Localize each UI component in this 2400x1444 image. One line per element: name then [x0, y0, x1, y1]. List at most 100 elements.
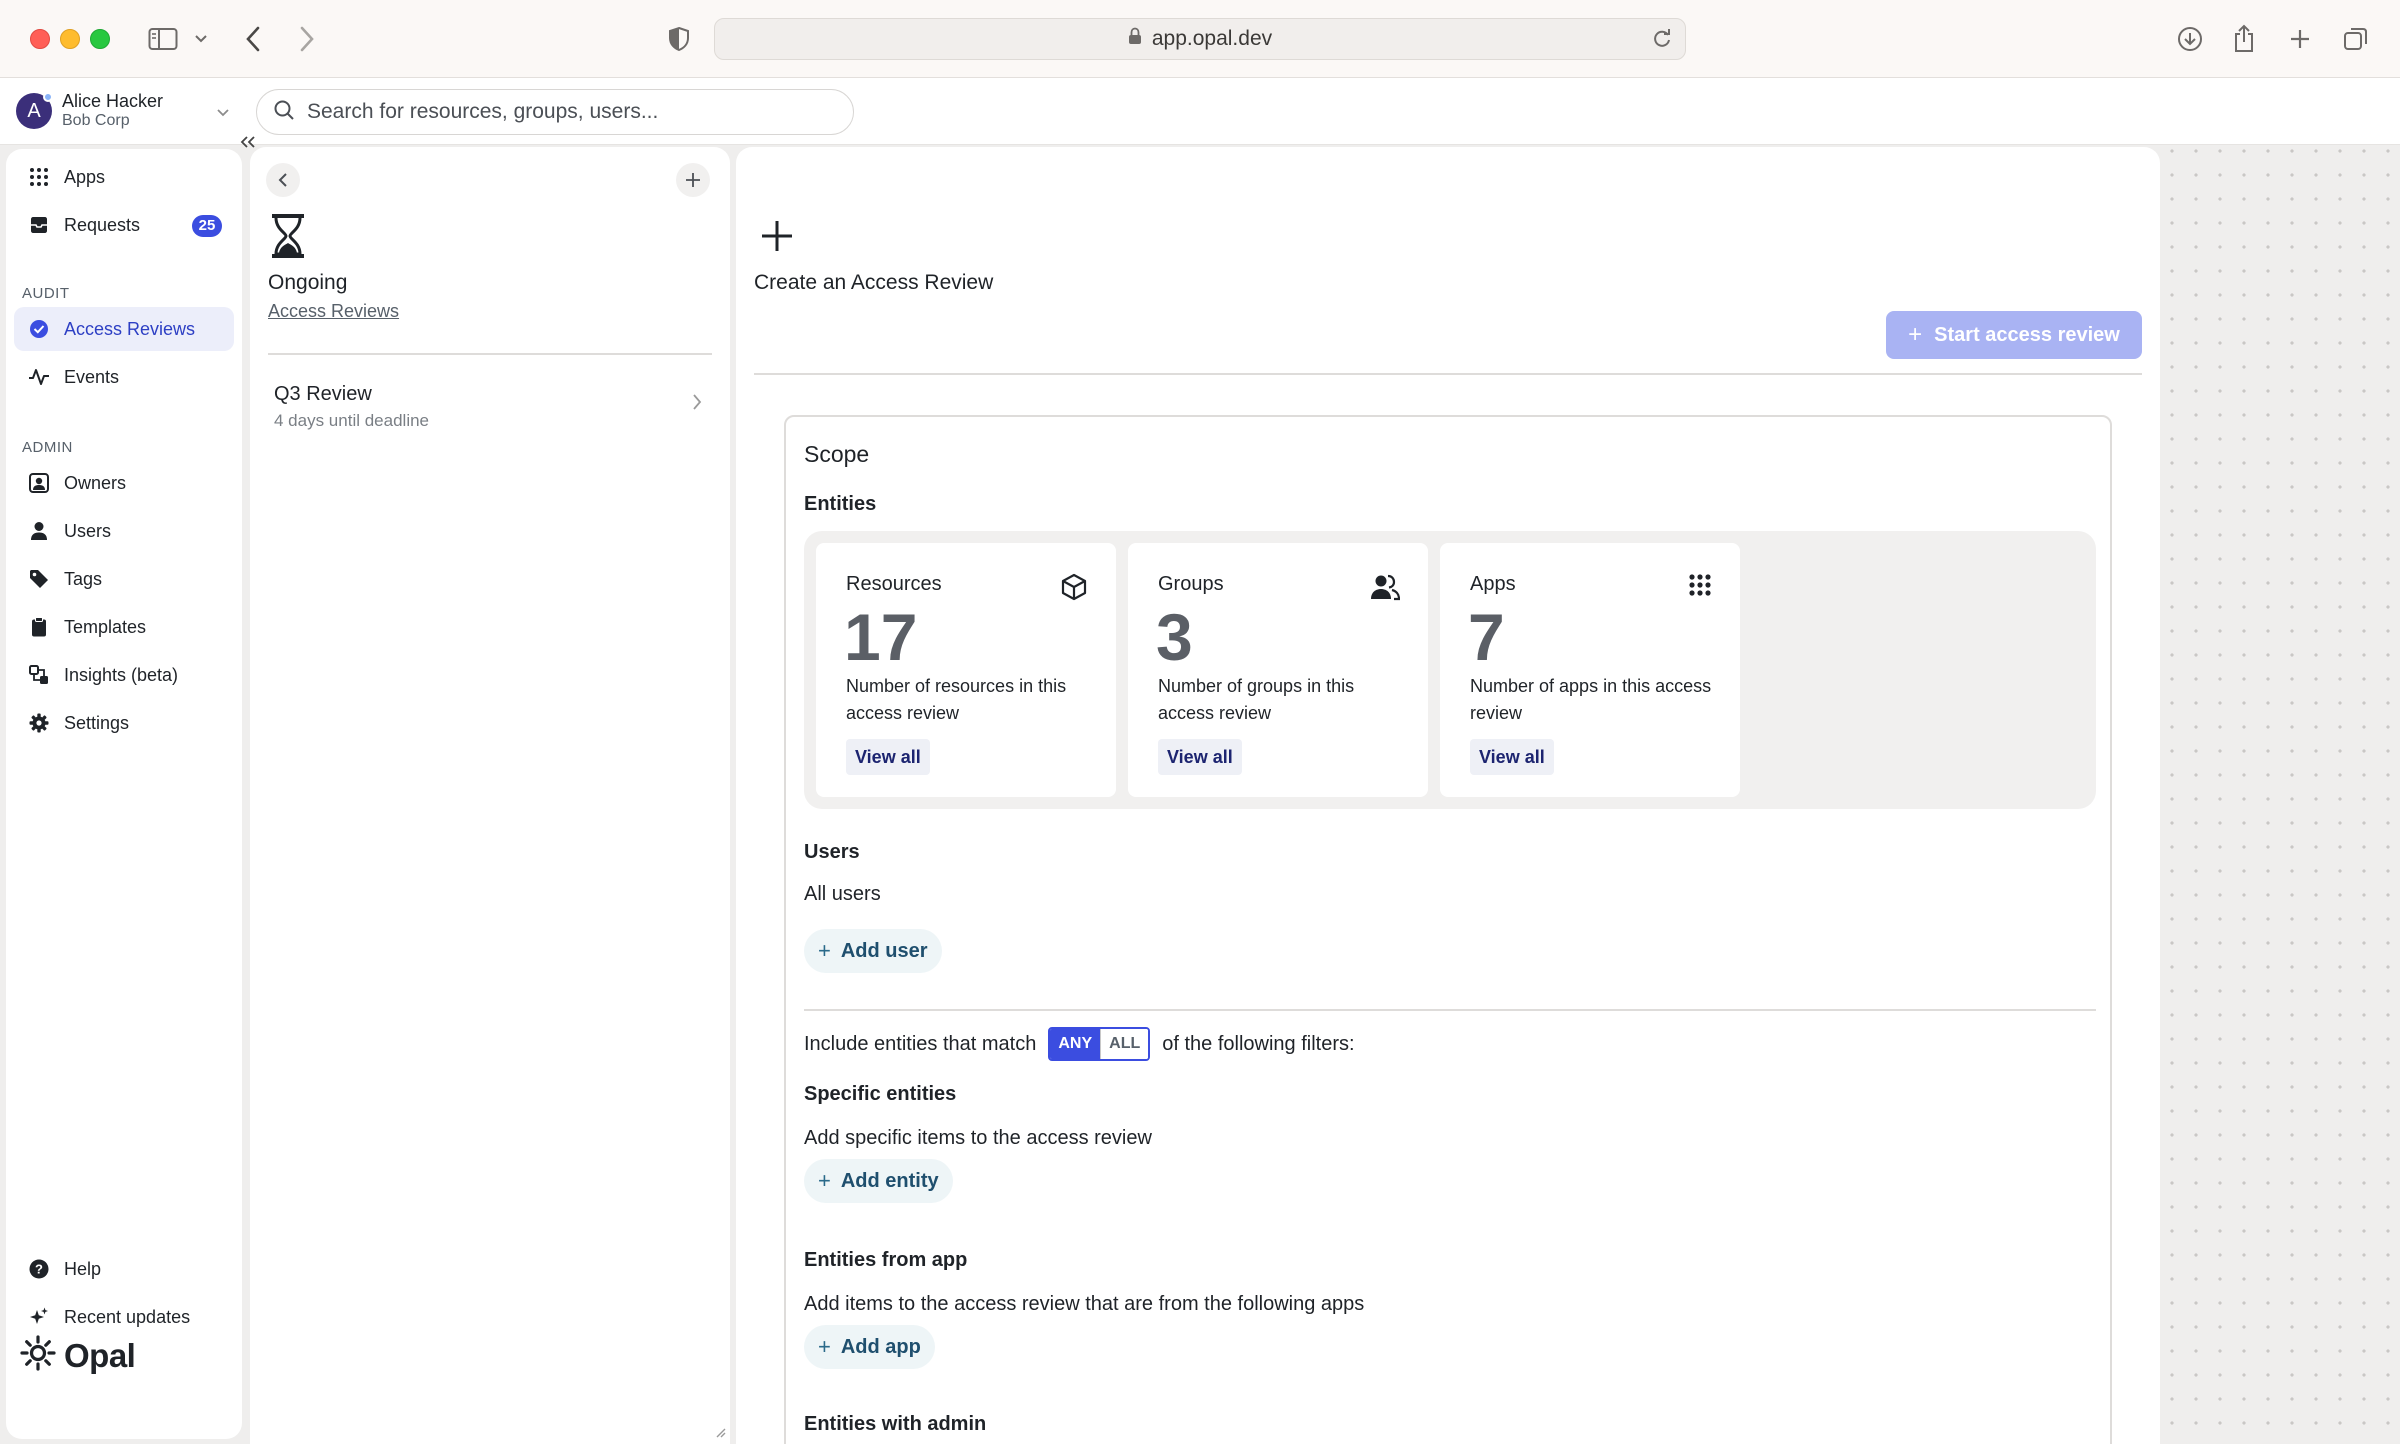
access-reviews-link[interactable]: Access Reviews [268, 301, 399, 322]
card-title: Resources [846, 573, 942, 595]
new-tab-icon[interactable] [2284, 22, 2316, 56]
entity-cards: Resources 17 Number of resources in this… [804, 531, 2096, 809]
specific-entities-description: Add specific items to the access review [804, 1127, 1152, 1149]
tag-icon [28, 568, 50, 590]
view-all-resources-button[interactable]: View all [846, 739, 930, 775]
app-root: A Alice Hacker Bob Corp Apps [0, 79, 2400, 1444]
add-app-label: Add app [840, 1335, 921, 1358]
divider [804, 1009, 2096, 1011]
add-user-label: Add user [840, 939, 928, 962]
maximize-window-button[interactable] [90, 29, 110, 49]
card-title: Apps [1470, 573, 1516, 595]
requests-count-badge: 25 [192, 215, 222, 237]
add-entity-button[interactable]: + Add entity [804, 1159, 953, 1203]
start-access-review-button[interactable]: + Start access review [1886, 311, 2142, 359]
specific-entities-heading: Specific entities [804, 1083, 957, 1105]
search-input[interactable] [307, 100, 827, 124]
reviews-list-panel: Ongoing Access Reviews Q3 Review 4 days … [250, 147, 730, 1444]
create-review-panel: Create an Access Review + Start access r… [736, 147, 2160, 1444]
add-user-button[interactable]: + Add user [804, 929, 942, 973]
sidebar-item-owners[interactable]: Owners [14, 461, 234, 505]
view-all-groups-button[interactable]: View all [1158, 739, 1242, 775]
opal-logo[interactable]: Opal [20, 1335, 136, 1376]
add-review-button[interactable] [676, 163, 710, 197]
entities-with-admin-heading: Entities with admin [804, 1413, 987, 1435]
entities-from-app-heading: Entities from app [804, 1249, 968, 1271]
sidebar-item-apps[interactable]: Apps [14, 155, 234, 199]
sidebar-toggle-icon[interactable] [146, 22, 180, 56]
start-button-label: Start access review [1934, 323, 2120, 346]
sidebar-item-insights[interactable]: Insights (beta) [14, 653, 234, 697]
back-arrow-icon[interactable] [238, 22, 268, 56]
resize-handle-icon[interactable] [714, 1425, 726, 1441]
sidebar-item-access-reviews[interactable]: Access Reviews [14, 307, 234, 351]
privacy-shield-icon[interactable] [664, 22, 694, 56]
grid-icon [1688, 573, 1712, 602]
status-dot [43, 92, 53, 102]
view-all-apps-button[interactable]: View all [1470, 739, 1554, 775]
tab-overview-icon[interactable] [2340, 22, 2372, 56]
download-icon[interactable] [2174, 22, 2206, 56]
add-app-button[interactable]: + Add app [804, 1325, 935, 1369]
sidebar-item-label: Templates [64, 616, 147, 637]
address-bar[interactable]: app.opal.dev [714, 18, 1686, 60]
insights-icon [28, 664, 50, 686]
account-switcher[interactable]: A Alice Hacker Bob Corp [8, 83, 240, 139]
users-icon [1370, 573, 1401, 606]
dotted-background [2160, 139, 2400, 1444]
list-item[interactable]: Q3 Review 4 days until deadline [264, 371, 714, 441]
match-all-option[interactable]: ALL [1100, 1029, 1149, 1059]
resources-card: Resources 17 Number of resources in this… [816, 543, 1116, 797]
card-description: Number of apps in this access review [1470, 676, 1712, 723]
entities-heading: Entities [804, 493, 877, 515]
grid-icon [28, 166, 50, 188]
share-icon[interactable] [2228, 22, 2260, 56]
status-title: Ongoing [268, 271, 348, 294]
sidebar-item-templates[interactable]: Templates [14, 605, 234, 649]
close-window-button[interactable] [30, 29, 50, 49]
activity-icon [28, 366, 50, 388]
back-button[interactable] [266, 163, 300, 197]
sidebar: Apps Requests 25 AUDIT Access Reviews Ev… [6, 149, 242, 1439]
match-any-option[interactable]: ANY [1050, 1029, 1101, 1059]
reload-icon[interactable] [1651, 28, 1673, 56]
match-prefix: Include entities that match [804, 1032, 1037, 1055]
sidebar-item-settings[interactable]: Settings [14, 701, 234, 745]
cube-icon [1060, 573, 1088, 606]
forward-arrow-icon[interactable] [292, 22, 322, 56]
scope-title: Scope [804, 441, 870, 467]
sidebar-item-users[interactable]: Users [14, 509, 234, 553]
gear-icon [28, 712, 50, 734]
sidebar-item-events[interactable]: Events [14, 355, 234, 399]
minimize-window-button[interactable] [60, 29, 80, 49]
sidebar-item-label: Requests [64, 214, 141, 235]
entities-from-app-description: Add items to the access review that are … [804, 1293, 1365, 1315]
users-value: All users [804, 883, 881, 905]
card-title: Groups [1158, 573, 1224, 595]
sparkle-icon [28, 1306, 50, 1328]
sidebar-item-tags[interactable]: Tags [14, 557, 234, 601]
sidebar-item-requests[interactable]: Requests 25 [14, 203, 234, 247]
divider [754, 373, 2142, 375]
plus-icon [760, 219, 794, 258]
sidebar-item-label: Tags [64, 568, 103, 589]
account-name: Alice Hacker [62, 91, 164, 111]
admin-section-heading: ADMIN [22, 439, 73, 456]
account-org: Bob Corp [62, 112, 130, 129]
plus-icon: + [818, 938, 831, 963]
chevron-down-icon[interactable] [190, 22, 212, 56]
sidebar-item-label: Apps [64, 166, 106, 187]
user-icon [28, 520, 50, 542]
url-text: app.opal.dev [1151, 27, 1273, 50]
sidebar-item-label: Insights (beta) [64, 664, 179, 685]
chevron-right-icon [692, 393, 702, 416]
sidebar-item-recent-updates[interactable]: Recent updates [14, 1295, 234, 1339]
app-topbar: A Alice Hacker Bob Corp [0, 79, 2400, 145]
groups-card: Groups 3 Number of groups in this access… [1128, 543, 1428, 797]
logo-text: Opal [64, 1336, 136, 1374]
users-heading: Users [804, 841, 860, 863]
sidebar-item-help[interactable]: ? Help [14, 1247, 234, 1291]
avatar: A [16, 92, 53, 129]
search-bar[interactable] [256, 89, 854, 135]
sidebar-item-label: Access Reviews [64, 318, 196, 339]
